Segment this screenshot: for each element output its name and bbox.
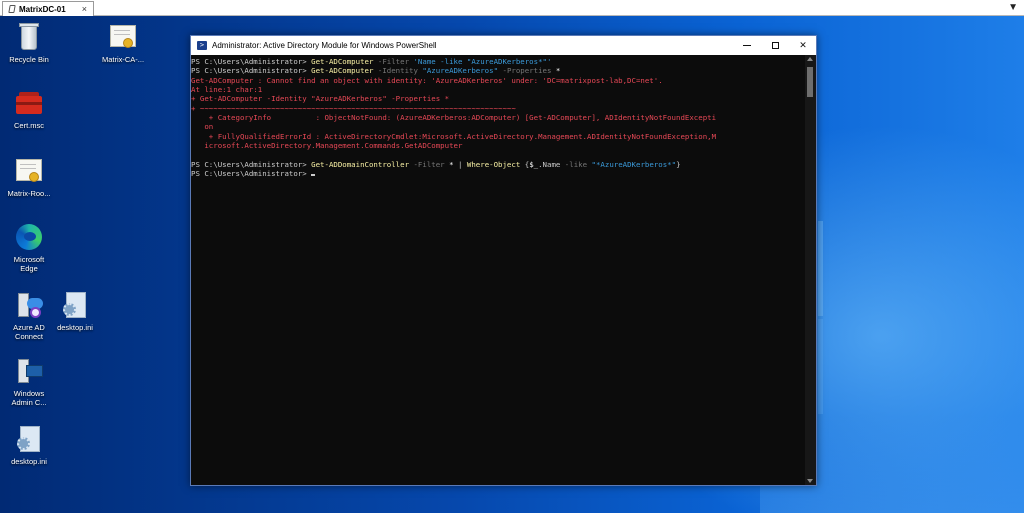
console-text: on	[191, 122, 214, 132]
console-text: {	[520, 159, 530, 169]
console-line: + Get-ADComputer -Identity "AzureADKerbe…	[191, 94, 805, 103]
desktop-icon-microsoft-edge[interactable]: Microsoft Edge	[0, 222, 58, 273]
console-text: -Properties	[498, 66, 556, 76]
console-line: PS C:\Users\Administrator> Get-ADCompute…	[191, 57, 805, 66]
console-line: icrosoft.ActiveDirectory.Management.Comm…	[191, 141, 805, 150]
console-text: PS C:\Users\Administrator>	[191, 159, 312, 169]
desktop-icon-label: Cert.msc	[14, 121, 44, 130]
console-text: $_	[529, 159, 539, 169]
console-text: + ~~~~~~~~~~~~~~~~~~~~~~~~~~~~~~~~~~~~~~…	[191, 103, 516, 113]
ini-file-icon	[14, 424, 44, 454]
console-text: PS C:\Users\Administrator>	[191, 169, 312, 179]
pin-icon[interactable]	[8, 5, 16, 13]
console-text: Get-ADComputer : Cannot find an object w…	[191, 75, 663, 85]
console-text: Get-ADDomainController	[311, 159, 410, 169]
console-output[interactable]: PS C:\Users\Administrator> Get-ADCompute…	[191, 55, 805, 485]
desktop-icon-cert-msc[interactable]: Cert.msc	[0, 88, 58, 130]
console-text: + CategoryInfo : ObjectNotFound: (AzureA…	[191, 113, 717, 123]
console-text: PS C:\Users\Administrator>	[191, 57, 312, 66]
recycle-bin-icon	[14, 22, 44, 52]
console-text: Where-Object	[466, 159, 521, 169]
desktop-icon-label: Microsoft Edge	[13, 255, 45, 273]
console-text: -like	[560, 159, 592, 169]
toolbox-icon	[14, 88, 44, 118]
console-text: }	[676, 159, 681, 169]
powershell-icon: >	[197, 41, 207, 50]
console-line: PS C:\Users\Administrator>	[191, 169, 805, 178]
scroll-down-icon[interactable]	[807, 479, 813, 483]
rdp-session-tab-label: MatrixDC-01	[19, 4, 66, 14]
desktop-icon-windows-admin-center[interactable]: Windows Admin C...	[0, 356, 58, 407]
console-text: "*AzureADKerberos*"	[591, 159, 677, 169]
console-text: .Name	[538, 159, 561, 169]
console-text: Get-ADComputer	[311, 57, 374, 66]
close-icon: ✕	[799, 40, 807, 50]
powershell-window[interactable]: > Administrator: Active Directory Module…	[190, 35, 817, 486]
window-titlebar[interactable]: > Administrator: Active Directory Module…	[191, 36, 816, 55]
wallpaper-light-beam	[818, 319, 823, 414]
console-text: |	[453, 159, 467, 169]
windows-admin-center-icon	[14, 356, 44, 386]
desktop-icon-label: Matrix-Roo...	[7, 189, 51, 198]
rdp-tab-bar: MatrixDC-01 × ▼	[0, 0, 1024, 16]
text-cursor	[311, 174, 316, 177]
desktop-icon-label: desktop.ini	[11, 457, 47, 466]
maximize-icon	[771, 42, 779, 49]
scroll-up-icon[interactable]	[807, 57, 813, 61]
desktop-icon-matrix-ca[interactable]: Matrix-CA-...	[94, 22, 152, 64]
wallpaper-light-beam	[818, 221, 823, 316]
console-text: + FullyQualifiedErrorId : ActiveDirector…	[191, 131, 717, 141]
console-text: 'Name -like "AzureADKerberos*"'	[413, 57, 552, 66]
console-text: -Filter	[373, 57, 414, 66]
console-line: + CategoryInfo : ObjectNotFound: (AzureA…	[191, 113, 805, 122]
console-line: + ~~~~~~~~~~~~~~~~~~~~~~~~~~~~~~~~~~~~~~…	[191, 104, 805, 113]
console-line: PS C:\Users\Administrator> Get-ADCompute…	[191, 66, 805, 75]
ini-file-icon	[60, 290, 90, 320]
desktop-icon-label: Matrix-CA-...	[101, 55, 145, 64]
console-text: At line:1 char:1	[191, 85, 263, 95]
minimize-icon	[743, 45, 751, 46]
close-tab-icon[interactable]: ×	[82, 3, 87, 16]
minimize-button[interactable]	[733, 36, 761, 55]
console-text: "AzureADKerberos"	[422, 66, 499, 76]
console-line: + FullyQualifiedErrorId : ActiveDirector…	[191, 132, 805, 141]
console-text: Get-ADComputer	[311, 66, 374, 76]
desktop-icon-label: desktop.ini	[57, 323, 93, 332]
console-line: PS C:\Users\Administrator> Get-ADDomainC…	[191, 160, 805, 169]
desktop-icon-recycle-bin[interactable]: Recycle Bin	[0, 22, 58, 64]
console-line: At line:1 char:1	[191, 85, 805, 94]
desktop-icon-label: Azure AD Connect	[13, 323, 45, 341]
desktop-icon-label: Windows Admin C...	[11, 389, 47, 407]
azure-ad-connect-icon	[14, 290, 44, 320]
maximize-button[interactable]	[761, 36, 789, 55]
desktop-icon-label: Recycle Bin	[9, 55, 49, 64]
console-line: Get-ADComputer : Cannot find an object w…	[191, 76, 805, 85]
desktop-icon-desktop-ini-2[interactable]: desktop.ini	[0, 424, 58, 466]
console-text: icrosoft.ActiveDirectory.Management.Comm…	[191, 141, 463, 151]
rdp-session-tab[interactable]: MatrixDC-01 ×	[2, 1, 94, 16]
console-text: -Identity	[373, 66, 423, 76]
desktop-icon-desktop-ini[interactable]: desktop.ini	[46, 290, 104, 332]
console-text: -Filter	[409, 159, 450, 169]
vertical-scrollbar[interactable]	[805, 55, 816, 485]
desktop-icon-matrix-root[interactable]: Matrix-Roo...	[0, 156, 58, 198]
close-button[interactable]: ✕	[789, 36, 817, 55]
window-title: Administrator: Active Directory Module f…	[212, 41, 437, 50]
chevron-down-icon[interactable]: ▼	[1008, 1, 1018, 15]
certificate-icon	[108, 22, 138, 52]
scrollbar-thumb[interactable]	[807, 67, 813, 97]
console-text: PS C:\Users\Administrator>	[191, 66, 312, 76]
console-line: on	[191, 122, 805, 131]
certificate-icon	[14, 156, 44, 186]
console-text: *	[555, 66, 561, 76]
edge-icon	[14, 222, 44, 252]
console-text: + Get-ADComputer -Identity "AzureADKerbe…	[191, 94, 450, 104]
